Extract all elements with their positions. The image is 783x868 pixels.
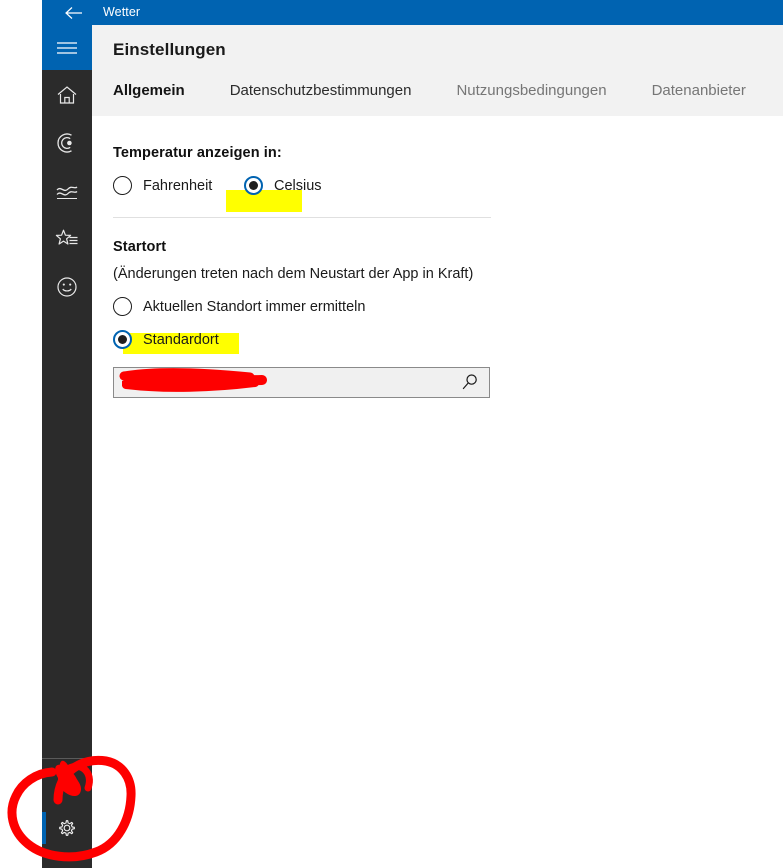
sidebar-item-maps[interactable]	[42, 121, 92, 165]
radio-default-location-indicator[interactable]	[113, 330, 132, 349]
radio-celsius-indicator[interactable]	[244, 176, 263, 195]
sidebar-item-settings[interactable]	[42, 806, 92, 850]
settings-content: Temperatur anzeigen in: Fahrenheit Celsi…	[92, 116, 783, 868]
radio-celsius[interactable]: Celsius	[244, 176, 322, 195]
app-title: Wetter	[103, 5, 141, 19]
gear-icon	[59, 820, 75, 836]
star-list-icon	[55, 229, 78, 245]
radio-fahrenheit-indicator[interactable]	[113, 176, 132, 195]
settings-header: Einstellungen Allgemein Datenschutzbesti…	[92, 25, 783, 116]
line-chart-icon	[56, 186, 78, 200]
settings-tab-bar: Allgemein Datenschutzbestimmungen Nutzun…	[113, 82, 783, 99]
radio-current-location-indicator[interactable]	[113, 297, 132, 316]
back-button[interactable]	[56, 0, 92, 25]
radio-default-location[interactable]: Standardort	[113, 330, 219, 349]
start-location-note: (Änderungen treten nach dem Neustart der…	[113, 266, 474, 282]
start-location-heading: Startort	[113, 239, 167, 255]
tab-datenschutzbestimmungen[interactable]: Datenschutzbestimmungen	[230, 82, 412, 99]
section-divider	[113, 217, 491, 218]
radio-current-location-label: Aktuellen Standort immer ermitteln	[143, 298, 366, 315]
search-magnifier-icon	[462, 374, 477, 390]
back-arrow-icon	[65, 6, 82, 19]
tab-nutzungsbedingungen[interactable]: Nutzungsbedingungen	[456, 82, 606, 99]
left-navigation-rail	[42, 25, 92, 868]
smiley-face-icon	[57, 277, 77, 297]
hamburger-menu-button[interactable]	[42, 25, 92, 70]
radio-fahrenheit-label: Fahrenheit	[143, 177, 213, 194]
tab-allgemein[interactable]: Allgemein	[113, 82, 185, 99]
sidebar-item-trends[interactable]	[42, 169, 92, 213]
radar-maps-icon	[57, 133, 72, 153]
radio-current-location[interactable]: Aktuellen Standort immer ermitteln	[113, 297, 365, 316]
search-button[interactable]	[449, 368, 489, 397]
radio-default-location-label: Standardort	[143, 331, 219, 348]
radio-fahrenheit[interactable]: Fahrenheit	[113, 176, 212, 195]
sidebar-item-news[interactable]	[42, 265, 92, 309]
title-bar: Wetter	[42, 0, 783, 25]
weather-app-window: Wetter Einstellungen Allgemein Datenschu…	[0, 0, 783, 868]
home-icon	[57, 86, 77, 104]
radio-celsius-label: Celsius	[274, 177, 322, 194]
page-title: Einstellungen	[113, 40, 226, 59]
default-location-searchbox[interactable]	[113, 367, 490, 398]
temperature-section-heading: Temperatur anzeigen in:	[113, 145, 282, 161]
sidebar-item-favorites[interactable]	[42, 217, 92, 261]
sidebar-item-home[interactable]	[42, 73, 92, 117]
tab-datenanbieter[interactable]: Datenanbieter	[652, 82, 746, 99]
default-location-search-input[interactable]	[114, 368, 449, 397]
hamburger-menu-icon	[57, 41, 77, 54]
rail-divider	[42, 758, 92, 759]
